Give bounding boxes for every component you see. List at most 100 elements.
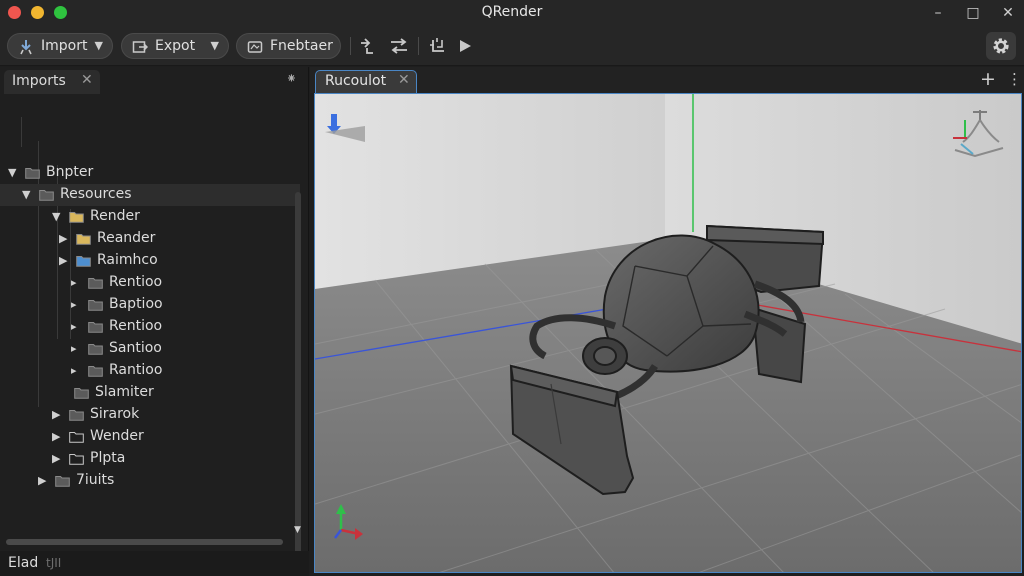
tab-imports-label: Imports: [12, 73, 66, 89]
3d-viewport[interactable]: [314, 93, 1022, 573]
tree-item[interactable]: ▶ Wender: [0, 426, 300, 448]
render-icon: [247, 41, 263, 53]
folder-icon: [88, 278, 103, 289]
tree-item[interactable]: ▶ Plpta: [0, 448, 300, 470]
folder-icon: [76, 234, 91, 245]
import-icon: [20, 40, 32, 55]
export-button[interactable]: Expot ▼: [121, 33, 229, 59]
chevron-right-icon[interactable]: ▶: [59, 232, 67, 245]
pin-icon[interactable]: ⁕: [286, 72, 297, 87]
fnebtaer-button[interactable]: Fnebtaer: [236, 33, 341, 59]
chevron-right-icon[interactable]: ▶: [52, 430, 60, 443]
chevron-right-icon[interactable]: ▶: [52, 408, 60, 421]
tab-rucoulot[interactable]: Rucoulot ✕: [315, 70, 417, 94]
transform-icon[interactable]: [428, 36, 448, 56]
chevron-right-icon[interactable]: ▸: [71, 342, 77, 355]
viewport-tabbar: Rucoulot ✕ + ⋮: [310, 67, 1024, 94]
chevron-down-icon[interactable]: ▼: [22, 188, 30, 201]
title-bar: QRender – □ ✕: [0, 0, 1024, 27]
tree-item-label: Slamiter: [95, 384, 154, 400]
chevron-right-icon[interactable]: ▶: [59, 254, 67, 267]
tree-guide: [21, 117, 22, 147]
status-subtext: tJII: [46, 556, 62, 570]
tree-item-label: Bnpter: [46, 164, 94, 180]
scene-canvas[interactable]: [315, 94, 1022, 573]
close-icon[interactable]: ✕: [398, 72, 410, 88]
tree-item-label: Baptioo: [109, 296, 163, 312]
play-icon[interactable]: [456, 36, 476, 56]
tab-rucoulot-label: Rucoulot: [325, 73, 387, 89]
tree-item-label: Render: [90, 208, 140, 224]
tree-item[interactable]: Slamiter: [0, 382, 300, 404]
tab-imports[interactable]: Imports ✕: [4, 70, 100, 94]
folder-icon: [55, 476, 70, 487]
folder-icon: [39, 190, 54, 201]
tree-item[interactable]: ▶ 7iuits: [0, 470, 300, 492]
horizontal-scrollbar[interactable]: [6, 539, 283, 545]
settings-button[interactable]: [986, 32, 1016, 60]
tree-item-label: Wender: [90, 428, 144, 444]
chevron-down-icon: ▼: [94, 39, 103, 52]
move-icon[interactable]: [359, 36, 379, 56]
tree-item[interactable]: ▸ Santioo: [0, 338, 300, 360]
tree-item-label: Rentioo: [109, 274, 163, 290]
chevron-right-icon[interactable]: ▸: [71, 364, 77, 377]
tree-item-label: Reander: [97, 230, 156, 246]
tree-item[interactable]: ▶ Raimhco: [0, 250, 300, 272]
tree-item-label: 7iuits: [76, 472, 115, 488]
fnebtaer-label: Fnebtaer: [270, 38, 333, 54]
tree-item-label: Sirarok: [90, 406, 140, 422]
status-bar: Elad tJII: [0, 551, 309, 576]
minimize-button[interactable]: –: [928, 3, 948, 23]
folder-icon: [88, 322, 103, 333]
tree-item[interactable]: ▸ Rentioo: [0, 316, 300, 338]
chevron-right-icon[interactable]: ▶: [38, 474, 46, 487]
tree-item-label: Raimhco: [97, 252, 158, 268]
tree-item[interactable]: ▸ Baptioo: [0, 294, 300, 316]
tree-item[interactable]: ▶ Reander: [0, 228, 300, 250]
tree-item[interactable]: ▸ Rentioo: [0, 272, 300, 294]
folder-icon: [76, 256, 91, 267]
close-icon[interactable]: ✕: [81, 72, 93, 88]
chevron-down-icon: ▼: [210, 39, 219, 52]
chevron-right-icon[interactable]: ▸: [71, 276, 77, 289]
tree-item-label: Resources: [60, 186, 132, 202]
main-toolbar: Import ▼ Expot ▼ Fnebtaer: [0, 27, 1024, 66]
chevron-down-icon[interactable]: ▼: [52, 210, 60, 223]
add-tab-button[interactable]: +: [980, 68, 996, 90]
gear-icon: [993, 38, 1009, 54]
tree-item-label: Rantioo: [109, 362, 163, 378]
import-button[interactable]: Import ▼: [7, 33, 113, 59]
chevron-right-icon[interactable]: ▶: [52, 452, 60, 465]
tree-item[interactable]: ▸ Rantioo: [0, 360, 300, 382]
folder-icon: [69, 212, 84, 223]
app-title: QRender: [481, 4, 543, 20]
tree-item[interactable]: ▼ Resources: [0, 184, 300, 206]
folder-icon: [88, 344, 103, 355]
status-text: Elad: [8, 555, 39, 571]
tree-item[interactable]: ▼ Render: [0, 206, 300, 228]
chevron-right-icon[interactable]: ▸: [71, 298, 77, 311]
export-icon: [132, 41, 148, 53]
folder-icon: [74, 388, 89, 399]
folder-icon: [69, 454, 84, 465]
maximize-button[interactable]: □: [963, 3, 983, 23]
tree-item[interactable]: ▶ Sirarok: [0, 404, 300, 426]
tree-item-label: Santioo: [109, 340, 162, 356]
toolbar-separator: [350, 37, 351, 55]
more-options-icon[interactable]: ⋮: [1007, 70, 1022, 88]
chevron-down-icon[interactable]: ▼: [8, 166, 16, 179]
export-label: Expot: [155, 38, 196, 54]
scroll-down-icon[interactable]: ▼: [294, 525, 301, 535]
tree-item-label: Plpta: [90, 450, 126, 466]
imports-panel: Imports ✕ ⁕ ▼ Bnpter ▼ Resources ▼ Render ▶ Rea…: [0, 67, 309, 576]
folder-icon: [88, 366, 103, 377]
close-button[interactable]: ✕: [998, 3, 1018, 23]
chevron-right-icon[interactable]: ▸: [71, 320, 77, 333]
folder-icon: [25, 168, 40, 179]
folder-icon: [69, 410, 84, 421]
swap-icon[interactable]: [389, 36, 409, 56]
tree-item[interactable]: ▼ Bnpter: [0, 162, 300, 184]
vertical-scrollbar[interactable]: [295, 192, 301, 572]
folder-icon: [69, 432, 84, 443]
